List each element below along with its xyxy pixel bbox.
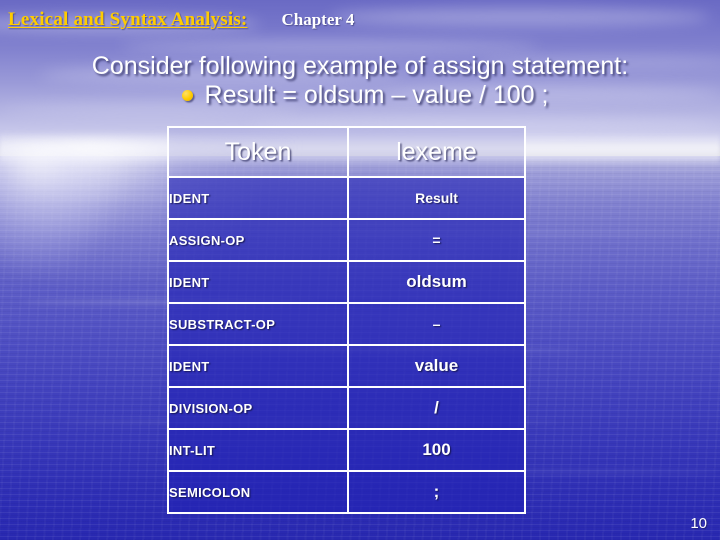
bullet-list-item: Result = oldsum – value / 100 ; (0, 81, 720, 110)
cell-token: IDENT (167, 176, 349, 220)
cell-token: SEMICOLON (167, 470, 349, 514)
cell-lexeme: – (347, 302, 526, 346)
slide-content: Lexical and Syntax Analysis: Chapter 4 C… (0, 0, 720, 540)
bullet-dot-icon (181, 90, 193, 101)
table-body: IDENT Result ASSIGN-OP = IDENT oldsum SUBSTRAC… (167, 176, 526, 514)
cell-token: ASSIGN-OP (167, 218, 349, 262)
token-lexeme-table: Token lexeme IDENT Result ASSIGN-OP = IDENT o… (167, 126, 526, 514)
cell-token: IDENT (167, 260, 349, 304)
page-number: 10 (690, 515, 707, 532)
column-header-token: Token (167, 126, 349, 178)
cell-token: IDENT (167, 344, 349, 388)
table-row: IDENT value (167, 344, 526, 388)
page-title: Lexical and Syntax Analysis: (8, 9, 248, 30)
cell-lexeme: = (347, 218, 526, 262)
table-row: DIVISION-OP / (167, 386, 526, 430)
table-header-row: Token lexeme (167, 126, 526, 178)
table-row: SUBSTRACT-OP – (167, 302, 526, 346)
cell-token: DIVISION-OP (167, 386, 349, 430)
table-row: INT-LIT 100 (167, 428, 526, 472)
cell-token: SUBSTRACT-OP (167, 302, 349, 346)
slide-header: Lexical and Syntax Analysis: Chapter 4 (8, 9, 712, 39)
chapter-label: Chapter 4 (281, 10, 355, 29)
bullet-item-label: Result = oldsum – value / 100 ; (204, 81, 549, 109)
cell-token: INT-LIT (167, 428, 349, 472)
slide-canvas: Lexical and Syntax Analysis: Chapter 4 C… (0, 0, 720, 540)
cell-lexeme: oldsum (347, 260, 526, 304)
cell-lexeme: ; (347, 470, 526, 514)
cell-lexeme: / (347, 386, 526, 430)
table-row: IDENT oldsum (167, 260, 526, 304)
column-header-lexeme: lexeme (347, 126, 526, 178)
cell-lexeme: 100 (347, 428, 526, 472)
cell-lexeme: value (347, 344, 526, 388)
subtitle-text: Consider following example of assign sta… (91, 52, 629, 80)
table-row: IDENT Result (167, 176, 526, 220)
table-row: SEMICOLON; (167, 470, 526, 514)
cell-lexeme: Result (347, 176, 526, 220)
table-row: ASSIGN-OP = (167, 218, 526, 262)
